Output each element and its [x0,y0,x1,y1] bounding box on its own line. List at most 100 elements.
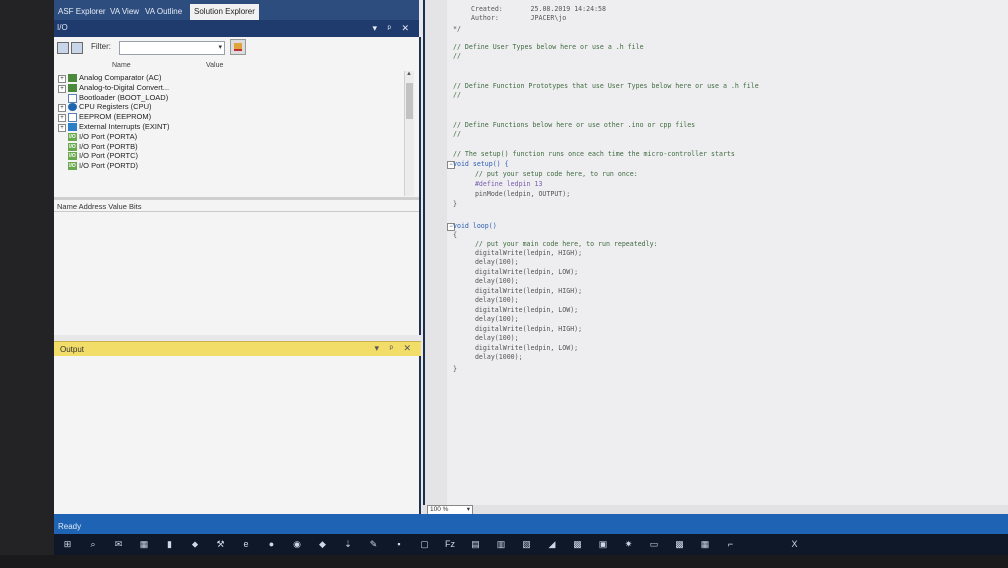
app7-icon[interactable]: ✷ [623,539,634,550]
io-port-icon: I/O [68,142,77,151]
io-port-icon: I/O [68,152,77,161]
edit-filter-icon[interactable] [230,39,246,55]
code-line: #define ledpin 13 [467,180,543,188]
tree-item[interactable]: Bootloader (BOOT_LOAD) [58,93,408,103]
code-line: delay(100); [467,315,519,323]
expand-icon[interactable]: + [58,75,66,83]
output-panel-title: Output [60,345,85,354]
tree-item[interactable]: I/O I/O Port (PORTD) [58,161,408,171]
code-line: // Define Function Prototypes that use U… [453,82,759,90]
tree-item[interactable]: I/O I/O Port (PORTB) [58,142,408,152]
green-module-icon [68,74,77,82]
io-panel-window-buttons[interactable]: ▾ ᵖ ✕ [373,23,413,34]
settings-icon[interactable]: ⬥ [190,539,201,550]
code-line: // [453,52,461,60]
code-line: delay(100); [467,296,519,304]
monitor-bezel [0,0,54,568]
expand-icon[interactable]: + [58,123,66,132]
interrupt-icon [68,122,77,131]
code-editor[interactable]: − − Created: 25.08.2019 14:24:58 Author: … [423,0,1008,505]
calculator-icon[interactable]: ▦ [139,539,150,550]
chevron-down-icon[interactable]: ▾ [467,506,470,514]
app6-icon[interactable]: ▣ [598,539,609,550]
paint-icon[interactable]: ✎ [368,539,379,550]
store-icon[interactable]: ▪ [394,539,405,550]
tool-window-tabs: ASF Explorer VA View VA Outline Solution… [54,0,419,20]
code-line: { [453,231,457,239]
chip-icon [68,103,77,112]
excel-icon[interactable]: ▦ [700,539,711,550]
code-line: digitalWrite(ledpin, LOW); [467,268,579,276]
acrobat-icon[interactable]: ▩ [572,539,583,550]
editor-zoom-bar: 100 % ▾ [423,505,1008,515]
app9-icon[interactable]: ▩ [674,539,685,550]
code-line: void loop() [453,222,497,230]
mail-icon[interactable]: ✉ [113,539,124,550]
io-panel: Filter: ▾ Name Value + Analog Comparator … [54,37,421,335]
app8-icon[interactable]: ▭ [649,539,660,550]
io-panel-title: I/O [57,23,68,32]
code-line: pinMode(ledpin, OUTPUT); [467,190,571,198]
search-icon[interactable]: ⌕ [88,539,99,550]
tab-va-view[interactable]: VA View [110,5,139,20]
tree-item-label: CPU Registers (CPU) [79,102,152,112]
code-line: delay(100); [467,277,519,285]
app2-icon[interactable]: ▤ [470,539,481,550]
app5-icon[interactable]: ◢ [547,539,558,550]
tree-item[interactable]: + Analog Comparator (AC) [58,73,408,83]
tree-item[interactable]: I/O I/O Port (PORTC) [58,151,408,161]
tree-item[interactable]: + EEPROM (EEPROM) [58,112,408,123]
notepad-icon[interactable]: ▢ [419,539,430,550]
tab-solution-explorer[interactable]: Solution Explorer [190,4,259,20]
tree-item[interactable]: + CPU Registers (CPU) [58,102,408,113]
edge-icon[interactable]: e [241,539,252,550]
column-name[interactable]: Name [112,62,131,69]
code-line: digitalWrite(ledpin, LOW); [467,306,579,314]
tree-item[interactable]: I/O I/O Port (PORTA) [58,132,408,142]
screen: ASF Explorer VA View VA Outline Solution… [54,0,1008,555]
output-window-buttons[interactable]: ▾ ᵖ ✕ [375,343,415,354]
app3-icon[interactable]: ▥ [496,539,507,550]
app4-icon[interactable]: ▧ [521,539,532,550]
output-panel-titlebar: Output ▾ ᵖ ✕ [54,341,421,357]
scrollbar-thumb[interactable] [406,83,413,119]
tab-va-outline[interactable]: VA Outline [145,5,182,20]
tree-item-label: Analog Comparator (AC) [79,73,162,82]
chevron-down-icon[interactable]: ▾ [218,43,222,51]
filter-input[interactable]: ▾ [119,41,225,55]
status-bar: Ready [54,514,1008,534]
document-icon [68,93,77,103]
tab-asf-explorer[interactable]: ASF Explorer [58,5,106,20]
tree-view-icon[interactable] [57,42,69,54]
firefox-icon[interactable]: ● [266,539,277,550]
scroll-up-icon[interactable]: ▲ [406,71,412,77]
app10-icon[interactable]: ⌐ [725,539,736,550]
list-view-icon[interactable] [71,42,83,54]
expand-icon[interactable]: + [58,114,66,123]
tree-item-label: I/O Port (PORTD) [79,161,139,171]
tree-item-label: I/O Port (PORTB) [79,141,138,151]
panel-splitter[interactable] [54,197,419,200]
output-panel[interactable] [54,356,421,514]
expand-icon[interactable]: + [58,104,66,113]
files-icon[interactable]: ▮ [164,539,175,550]
tree-item-label: I/O Port (PORTA) [79,131,138,141]
tree-item[interactable]: + Analog-to-Digital Convert... [58,83,408,93]
windows-start-icon[interactable]: ⊞ [62,539,73,550]
close-icon[interactable]: X [789,539,800,550]
chrome-icon[interactable]: ◉ [292,539,303,550]
column-value[interactable]: Value [206,62,223,69]
download-icon[interactable]: ⇣ [343,539,354,550]
code-line: digitalWrite(ledpin, HIGH); [467,249,583,257]
tree-item-label: EEPROM (EEPROM) [79,112,152,122]
tree-item[interactable]: + External Interrupts (EXINT) [58,122,408,132]
code-line: // put your setup code here, to run once… [467,170,638,178]
tree-scrollbar[interactable]: ▲ [404,71,414,196]
filezilla-icon[interactable]: Fz [445,539,456,550]
app-icon[interactable]: ◆ [317,539,328,550]
tree-item-label: Bootloader (BOOT_LOAD) [79,92,169,102]
tools-icon[interactable]: ⚒ [215,539,226,550]
expand-icon[interactable]: + [58,84,66,93]
code-line: digitalWrite(ledpin, HIGH); [467,287,583,295]
code-line: // The setup() function runs once each t… [453,150,735,158]
